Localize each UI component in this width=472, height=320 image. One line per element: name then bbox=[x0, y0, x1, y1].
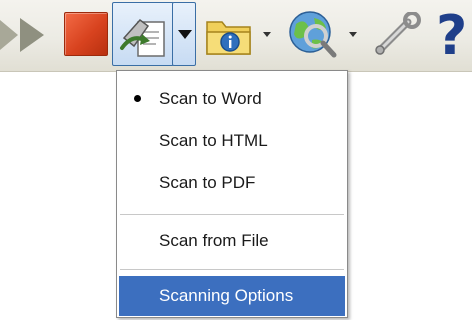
play-icon[interactable] bbox=[0, 14, 46, 56]
menu-item-scan-from-file[interactable]: Scan from File bbox=[119, 221, 345, 261]
chevron-down-icon bbox=[263, 32, 271, 37]
chevron-down-icon bbox=[349, 32, 357, 37]
globe-dropdown-arrow[interactable] bbox=[348, 32, 362, 42]
menu-item-scan-to-html[interactable]: Scan to HTML bbox=[119, 121, 345, 161]
menu-item-label: Scanning Options bbox=[159, 286, 294, 305]
chevron-down-icon bbox=[178, 30, 192, 39]
scan-dropdown-menu: Scan to Word Scan to HTML Scan to PDF Sc… bbox=[116, 70, 348, 318]
wrench-icon[interactable] bbox=[372, 12, 424, 56]
menu-item-label: Scan to Word bbox=[159, 89, 262, 108]
help-icon[interactable]: ? bbox=[436, 6, 472, 66]
menu-item-scan-to-word[interactable]: Scan to Word bbox=[119, 79, 345, 119]
menu-separator bbox=[120, 269, 344, 270]
folder-icon[interactable] bbox=[204, 10, 254, 58]
folder-dropdown-arrow[interactable] bbox=[262, 32, 276, 42]
menu-item-label: Scan to PDF bbox=[159, 173, 256, 192]
menu-item-label: Scan from File bbox=[159, 231, 269, 250]
scan-button[interactable] bbox=[112, 2, 174, 66]
menu-item-scan-to-pdf[interactable]: Scan to PDF bbox=[119, 163, 345, 203]
menu-item-scanning-options[interactable]: Scanning Options bbox=[119, 276, 345, 316]
stop-button[interactable] bbox=[64, 12, 108, 56]
scan-dropdown-button[interactable] bbox=[172, 2, 196, 66]
menu-item-label: Scan to HTML bbox=[159, 131, 268, 150]
globe-icon[interactable] bbox=[286, 8, 338, 60]
toolbar: ? bbox=[0, 0, 472, 72]
menu-separator bbox=[120, 214, 344, 215]
screen: ? Scan to Word Scan to HTML Scan to PDF … bbox=[0, 0, 472, 320]
selected-bullet-icon bbox=[134, 95, 141, 102]
scan-icon bbox=[120, 18, 165, 57]
